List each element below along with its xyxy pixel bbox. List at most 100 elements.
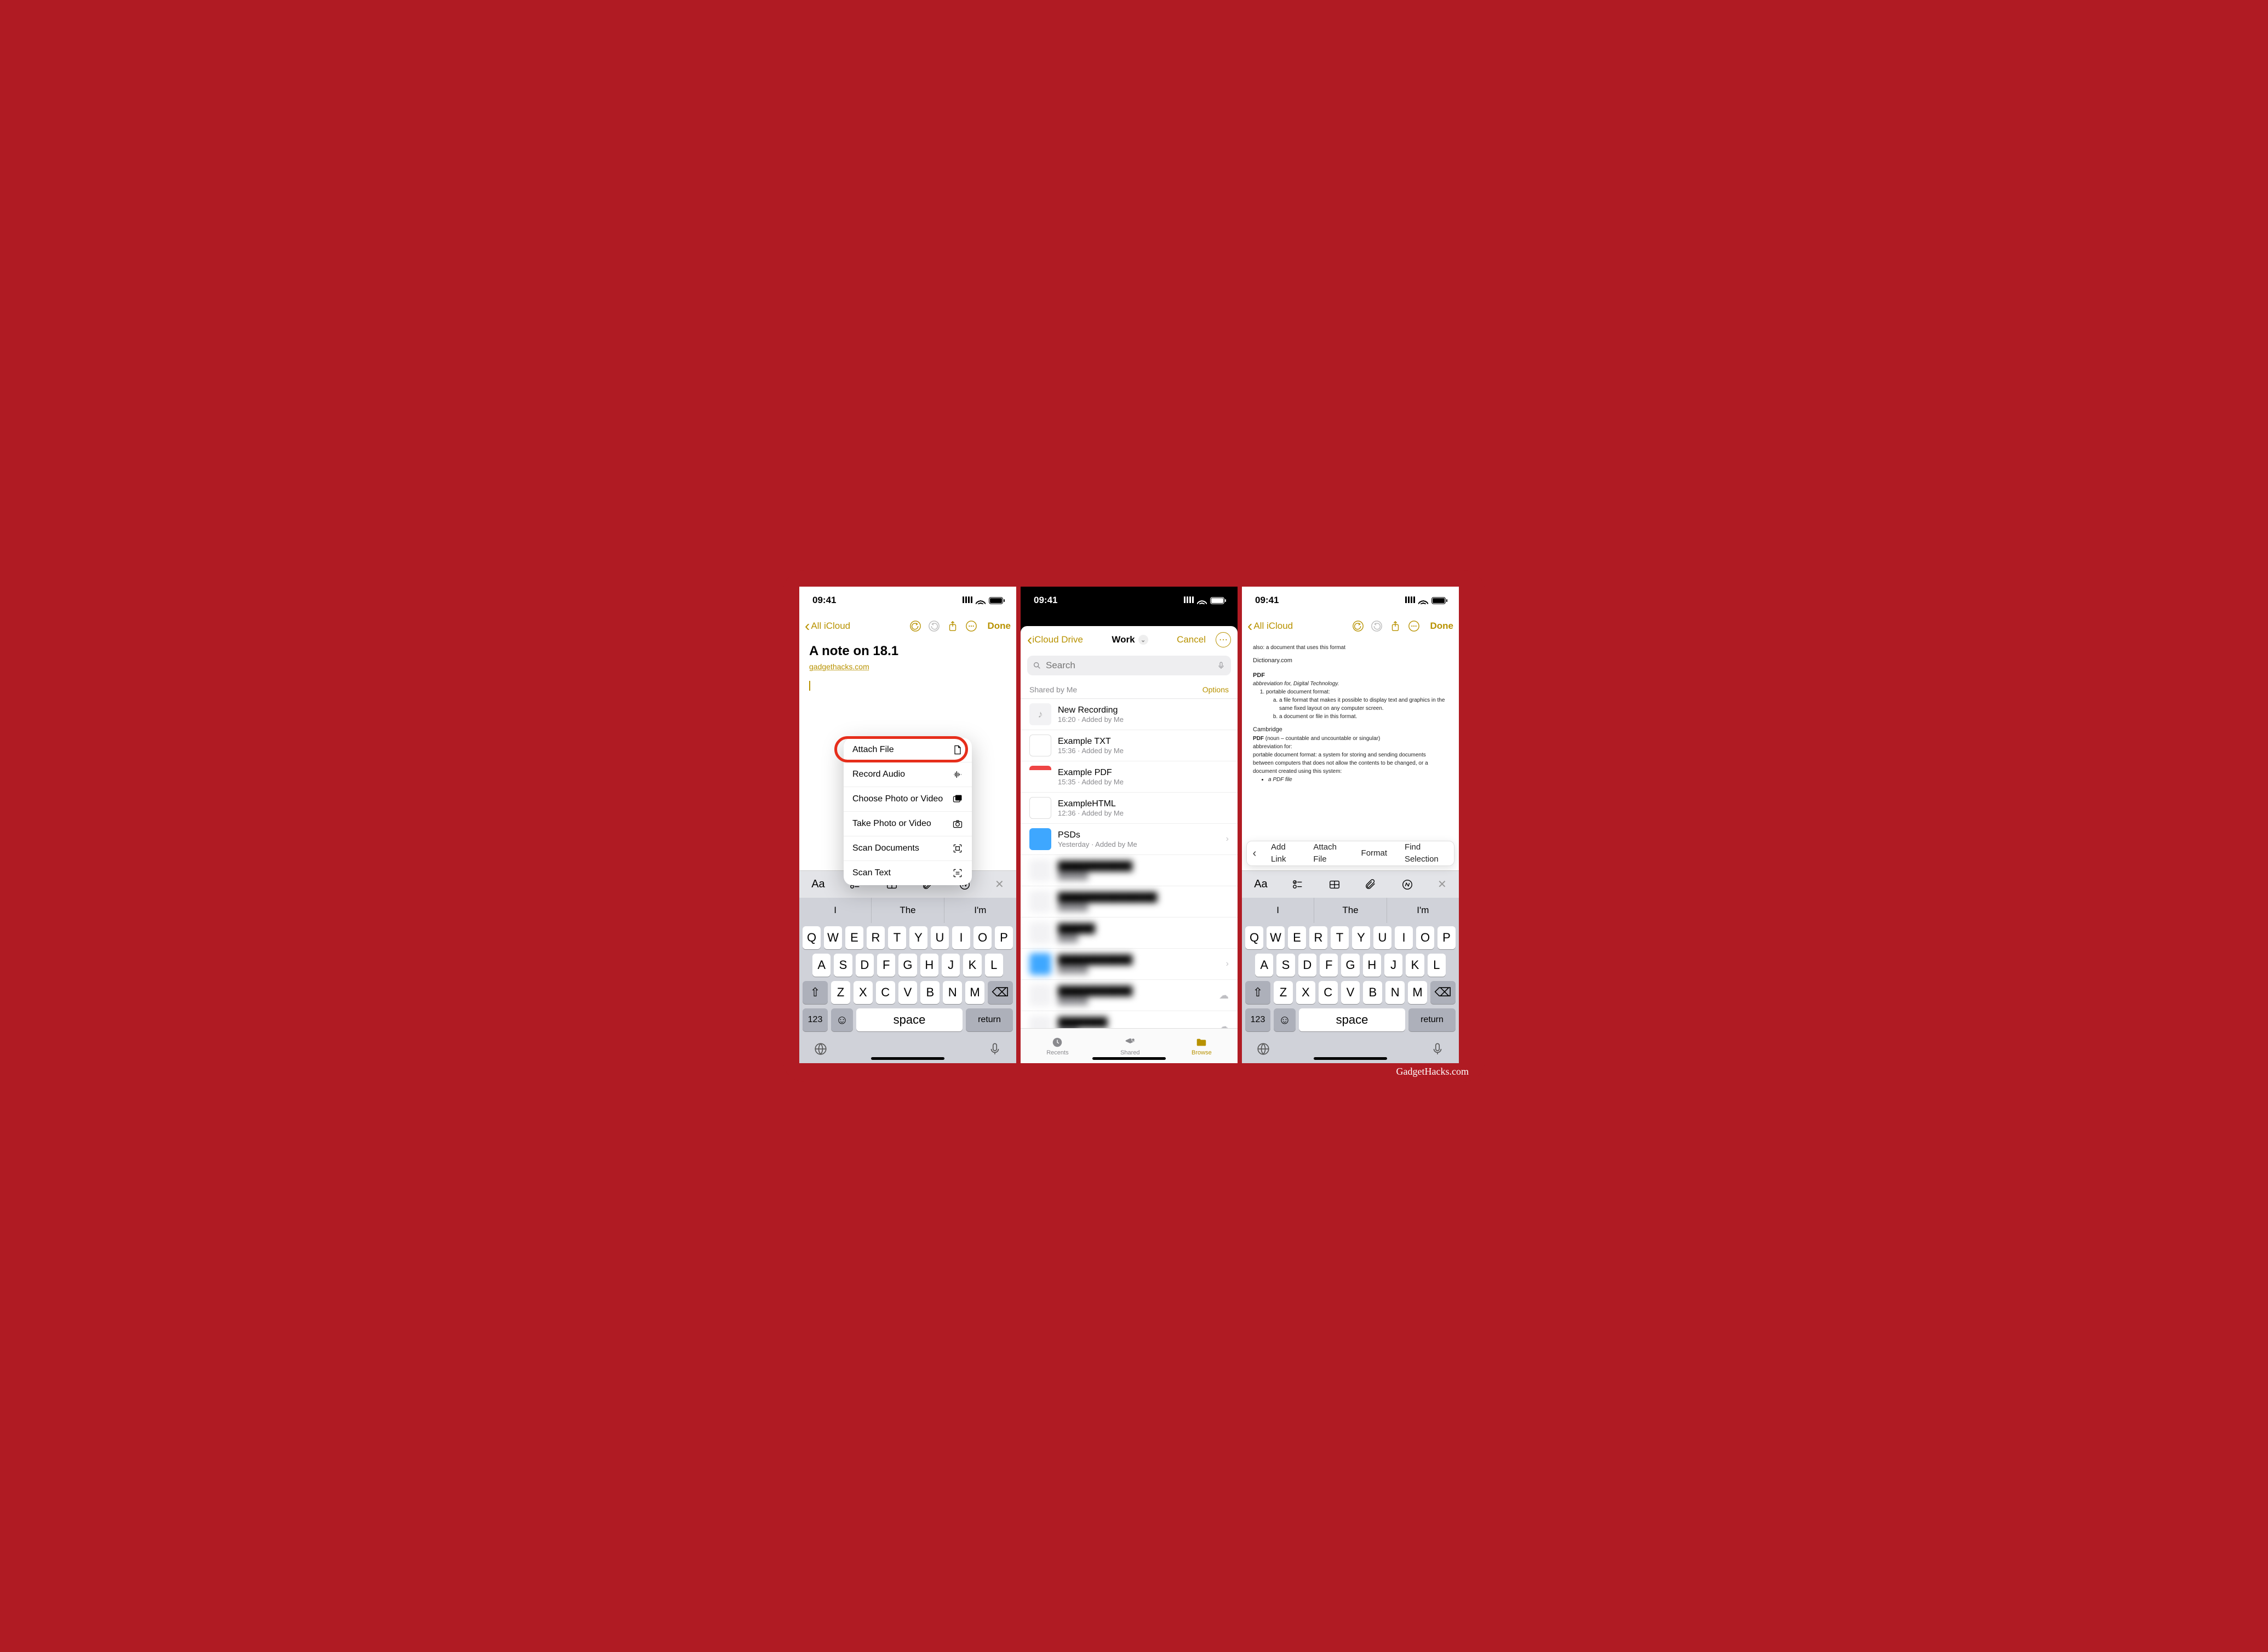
emoji-key[interactable]: ☺ <box>831 1008 853 1031</box>
file-row-blurred[interactable]: ██████████ <box>1021 917 1238 949</box>
key-c[interactable]: C <box>876 981 895 1004</box>
key-c[interactable]: C <box>1319 981 1338 1004</box>
search-input[interactable] <box>1046 660 1212 671</box>
key-v[interactable]: V <box>1341 981 1360 1004</box>
key-m[interactable]: M <box>965 981 984 1004</box>
globe-icon[interactable] <box>1256 1042 1270 1056</box>
back-button[interactable]: iCloud Drive <box>1027 634 1083 645</box>
suggestion-2[interactable]: The <box>872 898 944 923</box>
back-button[interactable]: All iCloud <box>1247 621 1293 632</box>
share-button[interactable] <box>1389 620 1402 633</box>
file-row-blurred[interactable]: ██████████████████████ <box>1021 886 1238 917</box>
suggestion-2[interactable]: The <box>1314 898 1387 923</box>
key-i[interactable]: I <box>952 926 970 949</box>
key-t[interactable]: T <box>888 926 906 949</box>
menu-attach-file[interactable]: Attach File <box>844 738 972 762</box>
menu-choose-photo[interactable]: Choose Photo or Video <box>844 787 972 812</box>
key-k[interactable]: K <box>1406 954 1424 977</box>
more-button[interactable]: ⋯ <box>1216 632 1231 647</box>
more-button[interactable] <box>965 620 978 633</box>
key-f[interactable]: F <box>877 954 895 977</box>
file-row-blurred[interactable]: ██████████████████☁ <box>1021 980 1238 1011</box>
file-row-blurred[interactable]: ████████████☁ <box>1021 1011 1238 1028</box>
table-button[interactable] <box>1328 879 1341 891</box>
sheet-title[interactable]: Work ⌄ <box>1087 634 1172 645</box>
key-e[interactable]: E <box>1288 926 1306 949</box>
key-g[interactable]: G <box>1341 954 1359 977</box>
key-q[interactable]: Q <box>1245 926 1263 949</box>
suggestion-1[interactable]: I <box>799 898 872 923</box>
file-row[interactable]: ExampleHTML12:36 · Added by Me <box>1021 793 1238 824</box>
key-u[interactable]: U <box>1373 926 1391 949</box>
key-v[interactable]: V <box>898 981 918 1004</box>
return-key[interactable]: return <box>966 1008 1013 1031</box>
key-t[interactable]: T <box>1331 926 1349 949</box>
redo-button[interactable] <box>927 620 941 633</box>
key-d[interactable]: D <box>1298 954 1316 977</box>
globe-icon[interactable] <box>814 1042 828 1056</box>
context-back-button[interactable]: ‹ <box>1247 845 1262 862</box>
close-toolbar-button[interactable]: ✕ <box>995 877 1004 891</box>
key-k[interactable]: K <box>963 954 981 977</box>
space-key[interactable]: space <box>1299 1008 1405 1031</box>
suggestion-3[interactable]: I'm <box>944 898 1016 923</box>
key-x[interactable]: X <box>854 981 873 1004</box>
file-list[interactable]: ♪ New Recording16:20 · Added by Me Examp… <box>1021 699 1238 1028</box>
mic-icon[interactable] <box>1217 661 1225 670</box>
delete-key[interactable]: ⌫ <box>1430 981 1456 1004</box>
menu-take-photo[interactable]: Take Photo or Video <box>844 812 972 836</box>
context-add-link[interactable]: Add Link <box>1262 841 1304 865</box>
return-key[interactable]: return <box>1408 1008 1456 1031</box>
suggestion-3[interactable]: I'm <box>1387 898 1459 923</box>
key-n[interactable]: N <box>1385 981 1405 1004</box>
key-e[interactable]: E <box>845 926 863 949</box>
mic-icon[interactable] <box>1430 1042 1445 1056</box>
key-l[interactable]: L <box>985 954 1003 977</box>
key-p[interactable]: P <box>995 926 1013 949</box>
text-format-button[interactable]: Aa <box>1254 878 1267 891</box>
attach-button[interactable] <box>1365 879 1377 891</box>
key-d[interactable]: D <box>856 954 874 977</box>
key-j[interactable]: J <box>942 954 960 977</box>
emoji-key[interactable]: ☺ <box>1274 1008 1296 1031</box>
key-f[interactable]: F <box>1320 954 1338 977</box>
key-p[interactable]: P <box>1437 926 1456 949</box>
key-g[interactable]: G <box>898 954 917 977</box>
options-button[interactable]: Options <box>1202 685 1229 694</box>
shift-key[interactable]: ⇧ <box>1245 981 1270 1004</box>
key-o[interactable]: O <box>973 926 992 949</box>
key-w[interactable]: W <box>1267 926 1285 949</box>
key-i[interactable]: I <box>1395 926 1413 949</box>
key-l[interactable]: L <box>1428 954 1446 977</box>
key-y[interactable]: Y <box>1352 926 1370 949</box>
key-j[interactable]: J <box>1384 954 1402 977</box>
text-format-button[interactable]: Aa <box>811 878 824 891</box>
key-x[interactable]: X <box>1296 981 1315 1004</box>
file-row-blurred[interactable]: ██████████████████› <box>1021 949 1238 980</box>
number-key[interactable]: 123 <box>803 1008 828 1031</box>
file-row[interactable]: Example TXT15:36 · Added by Me <box>1021 730 1238 761</box>
key-w[interactable]: W <box>824 926 842 949</box>
context-find-selection[interactable]: Find Selection <box>1396 841 1454 865</box>
more-button[interactable] <box>1407 620 1421 633</box>
menu-scan-text[interactable]: Scan Text <box>844 861 972 885</box>
undo-button[interactable] <box>1351 620 1365 633</box>
menu-record-audio[interactable]: Record Audio <box>844 762 972 787</box>
back-button[interactable]: All iCloud <box>805 621 850 632</box>
file-row[interactable]: ♪ New Recording16:20 · Added by Me <box>1021 699 1238 730</box>
number-key[interactable]: 123 <box>1245 1008 1270 1031</box>
folder-row[interactable]: PSDsYesterday · Added by Me › <box>1021 824 1238 855</box>
key-z[interactable]: Z <box>1274 981 1293 1004</box>
share-button[interactable] <box>946 620 959 633</box>
tab-recents[interactable]: Recents <box>1046 1036 1068 1056</box>
redo-button[interactable] <box>1370 620 1383 633</box>
done-button[interactable]: Done <box>988 621 1011 632</box>
key-z[interactable]: Z <box>831 981 850 1004</box>
key-o[interactable]: O <box>1416 926 1434 949</box>
search-field[interactable] <box>1027 656 1231 675</box>
tab-shared[interactable]: Shared <box>1120 1036 1139 1056</box>
delete-key[interactable]: ⌫ <box>988 981 1013 1004</box>
key-n[interactable]: N <box>943 981 962 1004</box>
note-link[interactable]: gadgethacks.com <box>809 662 1006 671</box>
done-button[interactable]: Done <box>1430 621 1454 632</box>
